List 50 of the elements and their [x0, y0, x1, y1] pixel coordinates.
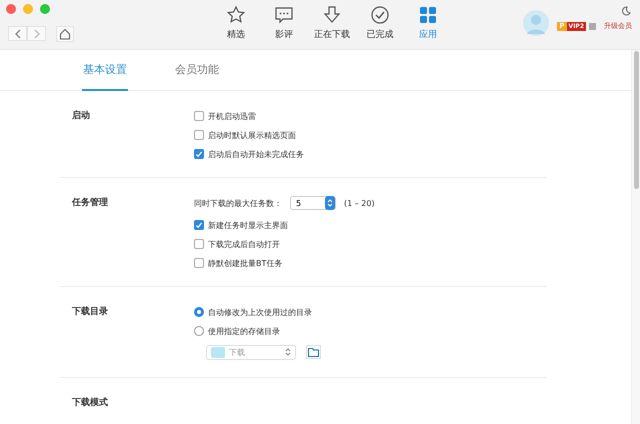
checkbox-label[interactable]: 新建任务时显示主界面 — [208, 220, 288, 230]
toolbar-item[interactable]: 正在下载 — [312, 5, 352, 41]
section-title: 任务管理 — [70, 196, 109, 210]
up-down-arrows-icon — [285, 347, 291, 357]
toolbar-item[interactable]: 精选 — [216, 5, 256, 41]
checkbox-label[interactable]: 开机启动迅雷 — [208, 110, 256, 122]
browse-folder-button[interactable] — [306, 345, 321, 359]
minimize-window-button[interactable] — [23, 4, 33, 14]
home-icon — [59, 28, 71, 40]
radio-button[interactable] — [194, 307, 204, 317]
badge-icon — [589, 22, 596, 30]
checkbox[interactable] — [194, 111, 204, 121]
settings-tab[interactable]: 会员功能 — [174, 50, 220, 91]
number-stepper[interactable]: 5 — [290, 196, 336, 210]
toolbar-item[interactable]: 影评 — [264, 5, 304, 41]
checkbox[interactable] — [194, 258, 204, 268]
section-title: 启动 — [71, 109, 91, 123]
checkbox[interactable] — [194, 239, 204, 249]
field-label: 同时下载的最大任务数： — [194, 198, 282, 208]
range-hint: (1 – 20) — [344, 198, 375, 208]
checkbox[interactable] — [194, 220, 204, 230]
zoom-window-button[interactable] — [40, 4, 50, 14]
checkbox-label[interactable]: 下载完成后自动打开 — [208, 238, 280, 250]
checkbox-label[interactable]: 静默创建批量BT任务 — [208, 258, 282, 268]
avatar[interactable] — [522, 9, 550, 37]
star-icon — [226, 5, 246, 25]
chevron-right-icon — [32, 28, 40, 38]
moon-icon[interactable] — [621, 6, 631, 16]
forward-button[interactable] — [27, 26, 46, 41]
radio-button[interactable] — [194, 326, 204, 336]
down-arrow-icon — [322, 5, 342, 25]
home-button[interactable] — [56, 26, 74, 42]
apps-icon — [418, 5, 438, 25]
chevron-left-icon — [14, 28, 22, 38]
comment-icon — [274, 5, 294, 25]
radio-label[interactable]: 使用指定的存储目录 — [208, 326, 280, 336]
checkbox-label[interactable]: 启动后自动开始未完成任务 — [208, 148, 304, 160]
checkbox[interactable] — [194, 149, 204, 159]
check-circle-icon — [370, 5, 390, 25]
scrollbar-thumb[interactable] — [634, 51, 638, 189]
checkbox-label[interactable]: 启动时默认展示精选页面 — [208, 130, 296, 140]
section-title: 下载目录 — [71, 305, 109, 319]
up-down-arrows-icon — [327, 198, 333, 208]
section-title: 下载模式 — [71, 396, 109, 410]
toolbar-item[interactable]: 已完成 — [360, 5, 400, 41]
close-window-button[interactable] — [6, 4, 16, 14]
checkbox[interactable] — [194, 130, 204, 140]
back-button[interactable] — [8, 26, 27, 41]
settings-tab[interactable]: 基本设置 — [82, 50, 128, 91]
radio-label[interactable]: 自动修改为上次使用过的目录 — [208, 306, 312, 318]
